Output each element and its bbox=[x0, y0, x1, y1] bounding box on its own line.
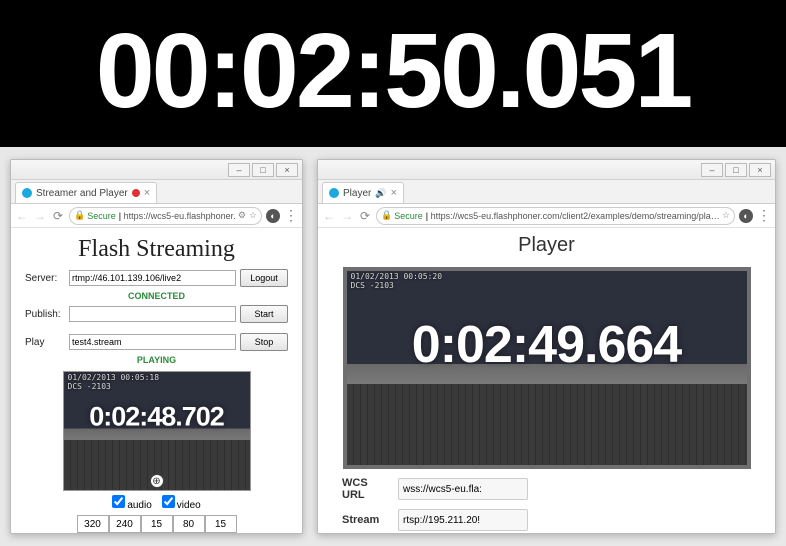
tab-bar: Player 🔊 × bbox=[318, 180, 775, 204]
audio-text: audio bbox=[127, 500, 151, 511]
start-button[interactable]: Start bbox=[240, 305, 288, 323]
tab-favicon-icon bbox=[22, 188, 32, 198]
fps-input[interactable] bbox=[141, 515, 173, 533]
secure-label: Secure bbox=[394, 211, 423, 221]
extension-icon[interactable]: ◐ bbox=[739, 209, 753, 223]
url-text: https://wcs5-eu.flashphoner.com/client2/… bbox=[431, 211, 722, 221]
video-checkbox[interactable] bbox=[162, 495, 175, 508]
video-osd-timer: 0:02:48.702 bbox=[89, 401, 224, 432]
browser-menu-icon[interactable]: ⋮ bbox=[757, 207, 771, 224]
wcs-url-input[interactable] bbox=[398, 478, 528, 500]
server-input[interactable] bbox=[69, 270, 236, 286]
video-osd-meta: 01/02/2013 00:05:20 DCS -2103 bbox=[351, 273, 443, 291]
stop-button[interactable]: Stop bbox=[240, 333, 288, 351]
tab-favicon-icon bbox=[329, 188, 339, 198]
lock-icon: 🔒 bbox=[74, 210, 85, 221]
nav-bar: ← → ⟳ 🔒 Secure | https://wcs5-eu.flashph… bbox=[318, 204, 775, 228]
video-preview-small: 01/02/2013 00:05:18 DCS -2103 0:02:48.70… bbox=[63, 371, 251, 491]
publish-label: Publish: bbox=[25, 309, 65, 320]
url-text: https://wcs5-eu.flashphoner. bbox=[124, 211, 236, 221]
extension-icon[interactable]: ◐ bbox=[266, 209, 280, 223]
video-player-big[interactable]: 01/02/2013 00:05:20 DCS -2103 0:02:49.66… bbox=[343, 267, 751, 469]
window-close-button[interactable]: × bbox=[276, 163, 298, 177]
tab-close-icon[interactable]: × bbox=[391, 187, 397, 199]
site-settings-icon[interactable]: ⚙ bbox=[238, 210, 246, 221]
audio-indicator-icon: 🔊 bbox=[375, 188, 386, 199]
desktop-area: – □ × Streamer and Player × ← → ⟳ 🔒 Secu… bbox=[0, 147, 786, 546]
window-titlebar: – □ × bbox=[318, 160, 775, 180]
bookmark-icon[interactable]: ☆ bbox=[249, 210, 257, 221]
browser-tab[interactable]: Streamer and Player × bbox=[15, 182, 157, 203]
tab-title: Streamer and Player bbox=[36, 188, 128, 199]
browser-tab[interactable]: Player 🔊 × bbox=[322, 182, 404, 203]
window-maximize-button[interactable]: □ bbox=[725, 163, 747, 177]
video-checkbox-label[interactable]: video bbox=[162, 495, 201, 511]
stream-label: Stream bbox=[342, 514, 388, 526]
nav-forward-icon[interactable]: → bbox=[340, 209, 354, 223]
server-label: Server: bbox=[25, 273, 65, 284]
tab-close-icon[interactable]: × bbox=[144, 187, 150, 199]
window-titlebar: – □ × bbox=[11, 160, 302, 180]
play-label: Play bbox=[25, 337, 65, 348]
logout-button[interactable]: Logout bbox=[240, 269, 288, 287]
master-timer-banner: 00:02:50.051 bbox=[0, 0, 786, 147]
page-title: Player bbox=[318, 228, 775, 263]
video-text: video bbox=[177, 500, 201, 511]
quality-input[interactable] bbox=[173, 515, 205, 533]
height-input[interactable] bbox=[109, 515, 141, 533]
browser-window-left: – □ × Streamer and Player × ← → ⟳ 🔒 Secu… bbox=[10, 159, 303, 534]
fullscreen-icon[interactable]: ⊕ bbox=[150, 474, 164, 488]
nav-back-icon[interactable]: ← bbox=[15, 209, 29, 223]
recording-indicator-icon bbox=[132, 189, 140, 197]
lock-icon: 🔒 bbox=[381, 210, 392, 221]
stream-input[interactable] bbox=[398, 509, 528, 531]
browser-menu-icon[interactable]: ⋮ bbox=[284, 207, 298, 224]
window-maximize-button[interactable]: □ bbox=[252, 163, 274, 177]
publish-input[interactable] bbox=[69, 306, 236, 322]
tab-title: Player bbox=[343, 188, 371, 199]
page-content-left: Flash Streaming Server: Logout CONNECTED… bbox=[11, 228, 302, 533]
window-minimize-button[interactable]: – bbox=[701, 163, 723, 177]
play-input[interactable] bbox=[69, 334, 236, 350]
secure-label: Secure bbox=[87, 211, 116, 221]
nav-reload-icon[interactable]: ⟳ bbox=[51, 209, 65, 223]
width-input[interactable] bbox=[77, 515, 109, 533]
bookmark-icon[interactable]: ☆ bbox=[722, 210, 730, 221]
keyframe-input[interactable] bbox=[205, 515, 237, 533]
video-osd-timer: 0:02:49.664 bbox=[412, 315, 681, 375]
nav-bar: ← → ⟳ 🔒 Secure | https://wcs5-eu.flashph… bbox=[11, 204, 302, 228]
video-osd-model: DCS -2103 bbox=[351, 282, 443, 291]
video-osd-model: DCS -2103 bbox=[68, 383, 160, 392]
wcs-url-label: WCS URL bbox=[342, 477, 388, 501]
nav-forward-icon[interactable]: → bbox=[33, 209, 47, 223]
playing-status: PLAYING bbox=[25, 355, 288, 365]
browser-window-right: – □ × Player 🔊 × ← → ⟳ 🔒 Secure | https:… bbox=[317, 159, 776, 534]
window-minimize-button[interactable]: – bbox=[228, 163, 250, 177]
url-bar[interactable]: 🔒 Secure | https://wcs5-eu.flashphoner. … bbox=[69, 207, 262, 225]
tab-bar: Streamer and Player × bbox=[11, 180, 302, 204]
video-osd-meta: 01/02/2013 00:05:18 DCS -2103 bbox=[68, 374, 160, 392]
audio-checkbox[interactable] bbox=[112, 495, 125, 508]
window-close-button[interactable]: × bbox=[749, 163, 771, 177]
nav-back-icon[interactable]: ← bbox=[322, 209, 336, 223]
page-title: Flash Streaming bbox=[11, 228, 302, 269]
audio-checkbox-label[interactable]: audio bbox=[112, 495, 151, 511]
url-bar[interactable]: 🔒 Secure | https://wcs5-eu.flashphoner.c… bbox=[376, 207, 735, 225]
page-content-right: Player 01/02/2013 00:05:20 DCS -2103 0:0… bbox=[318, 228, 775, 533]
nav-reload-icon[interactable]: ⟳ bbox=[358, 209, 372, 223]
connected-status: CONNECTED bbox=[25, 291, 288, 301]
